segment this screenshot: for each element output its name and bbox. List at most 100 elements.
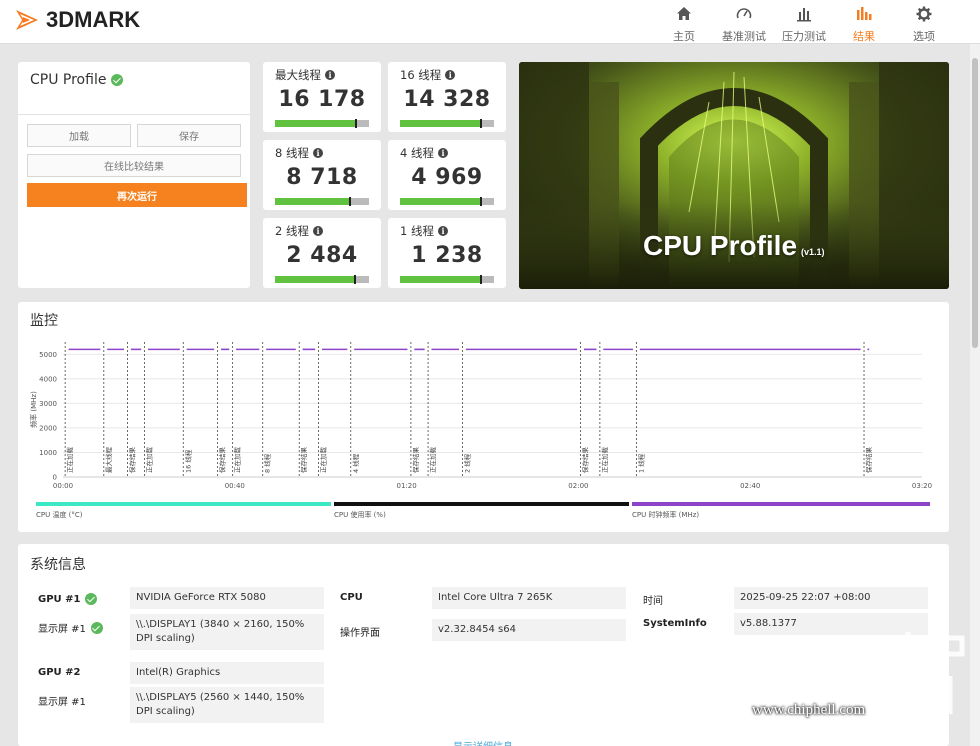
- score-bar-marker: [479, 275, 482, 284]
- benchmark-hero-image: CPU Profile (v1.1): [519, 62, 949, 289]
- score-bar: [400, 197, 494, 206]
- nav-benchmarks[interactable]: 基准测试: [718, 4, 770, 44]
- y-axis-label: 频率 (MHz): [29, 391, 38, 428]
- monitoring-chart: 0 1000 2000 3000 4000 5000 频率 (MHz) 00:00 00:40 0…: [29, 342, 932, 490]
- legend-item: CPU 使用率 (%): [334, 502, 629, 522]
- score-value: 16 178: [278, 87, 366, 112]
- phase-marker-label: 8 线程: [263, 453, 272, 473]
- legend-label: CPU 使用率 (%): [334, 511, 386, 519]
- phase-marker-label: 16 线程: [183, 449, 192, 473]
- score-bar-marker: [354, 119, 357, 128]
- phase-marker-label: 保存结果: [581, 447, 590, 474]
- phase-marker-label: 正在加载: [65, 447, 74, 474]
- score-tile-8-threads: 8 线程 i 8 718: [263, 140, 381, 210]
- gear-icon: [916, 6, 932, 22]
- info-icon[interactable]: i: [445, 70, 456, 80]
- x-tick-label: 01:20: [397, 482, 417, 490]
- chiphell-logo-icon: [879, 632, 965, 717]
- score-bar-fill: [400, 276, 481, 283]
- y-tick-label: 3000: [39, 400, 57, 408]
- info-icon[interactable]: i: [312, 226, 323, 236]
- score-value: 14 328: [403, 87, 491, 112]
- x-tick-label: 02:00: [568, 482, 588, 490]
- score-tile-max-threads: 最大线程 i 16 178: [263, 62, 381, 132]
- y-tick-label: 4000: [39, 375, 57, 383]
- score-bar-fill: [400, 120, 481, 127]
- phase-marker-label: 保存结果: [411, 447, 420, 474]
- legend-swatch: [36, 502, 331, 506]
- display1-value: \\.\DISPLAY1 (3840 × 2160, 150% DPI scal…: [130, 614, 324, 650]
- systeminfo-label: SystemInfo: [643, 618, 707, 629]
- score-bar-marker: [479, 197, 482, 206]
- gpu1-label: GPU #1: [38, 593, 98, 605]
- nav-options[interactable]: 选项: [898, 4, 950, 44]
- score-label: 最大线程: [275, 68, 321, 82]
- info-icon[interactable]: i: [437, 148, 448, 158]
- phase-marker-label: 保存结果: [218, 447, 227, 474]
- nav-results[interactable]: 结果: [838, 4, 890, 44]
- info-icon[interactable]: i: [312, 148, 323, 158]
- hero-title: CPU Profile (v1.1): [643, 230, 825, 262]
- 3dmark-logo-icon: [16, 10, 38, 30]
- load-button[interactable]: 加载: [27, 124, 131, 147]
- top-bar: 3DMARK 主页 基准测试 压力测试 结果 选项: [0, 0, 980, 44]
- save-button[interactable]: 保存: [137, 124, 241, 147]
- phase-marker-label: 保存结果: [299, 447, 308, 474]
- phase-marker-label: 保存结果: [127, 447, 136, 474]
- time-label: 时间: [643, 596, 663, 607]
- phase-marker-label: 保存结果: [864, 447, 873, 474]
- gpu1-label-text: GPU #1: [38, 593, 81, 605]
- score-bar-marker: [479, 119, 482, 128]
- check-icon: [90, 621, 103, 634]
- x-tick-label: 03:20: [912, 482, 932, 490]
- score-bar-fill: [275, 276, 355, 283]
- run-again-button[interactable]: 再次运行: [27, 183, 247, 207]
- legend-swatch: [334, 502, 629, 506]
- score-bar: [275, 197, 369, 206]
- phase-marker-label: 正在加载: [600, 447, 609, 474]
- phase-marker-label: 正在加载: [145, 447, 154, 474]
- score-bar: [400, 275, 494, 284]
- score-tile-1-thread: 1 线程 i 1 238: [388, 218, 506, 288]
- nav-stress[interactable]: 压力测试: [778, 4, 830, 44]
- time-value: 2025-09-25 22:07 +08:00: [734, 587, 928, 609]
- score-value: 1 238: [411, 243, 483, 268]
- display2-value: \\.\DISPLAY5 (2560 × 1440, 150% DPI scal…: [130, 687, 324, 723]
- os-value: v2.32.8454 s64: [432, 619, 626, 641]
- results-bar-icon: [857, 7, 872, 20]
- y-tick-label: 1000: [39, 449, 57, 457]
- score-bar-marker: [349, 197, 352, 206]
- score-label: 8 线程: [275, 146, 309, 160]
- app-logo-text: 3DMARK: [46, 7, 141, 32]
- scrollbar-thumb[interactable]: [972, 58, 978, 348]
- score-tile-16-threads: 16 线程 i 14 328: [388, 62, 506, 132]
- stress-chart-icon: [797, 8, 811, 22]
- phase-marker-label: 2 线程: [462, 453, 471, 473]
- nav-results-label: 结果: [853, 30, 875, 43]
- display1-label-text: 显示屏 #1: [38, 624, 86, 635]
- phase-marker-label: 1 线程: [636, 453, 645, 473]
- display2-label: 显示屏 #1: [38, 697, 86, 708]
- legend-label: CPU 时钟频率 (MHz): [632, 511, 700, 519]
- legend-label: CPU 温度 (°C): [36, 511, 83, 519]
- nav-home[interactable]: 主页: [658, 4, 710, 44]
- monitoring-card: 监控 0 1000 2000 3000 4000 5000 频率 (MHz) 00:00 00:…: [18, 302, 949, 532]
- legend-item: CPU 时钟频率 (MHz): [632, 502, 930, 522]
- legend-item: CPU 温度 (°C): [36, 502, 331, 522]
- phase-marker-label: 最大线程: [104, 447, 113, 474]
- info-icon[interactable]: i: [437, 226, 448, 236]
- score-bar-fill: [275, 120, 356, 127]
- main-nav: 主页 基准测试 压力测试 结果 选项: [650, 4, 950, 44]
- cpu-label: CPU: [340, 592, 363, 603]
- profile-card: CPU Profile 加载 保存 在线比较结果 再次运行: [18, 62, 250, 288]
- show-details-link[interactable]: 显示详细信息: [453, 738, 513, 746]
- hero-version: (v1.1): [801, 247, 825, 257]
- cpu-value: Intel Core Ultra 7 265K: [432, 587, 626, 609]
- x-tick-label: 02:40: [740, 482, 760, 490]
- compare-online-button[interactable]: 在线比较结果: [27, 154, 241, 177]
- info-icon[interactable]: i: [325, 70, 335, 80]
- page-scrollbar[interactable]: [970, 44, 980, 746]
- phase-marker-label: 正在加载: [428, 447, 437, 474]
- system-info-title: 系统信息: [30, 557, 86, 573]
- nav-home-label: 主页: [673, 30, 695, 43]
